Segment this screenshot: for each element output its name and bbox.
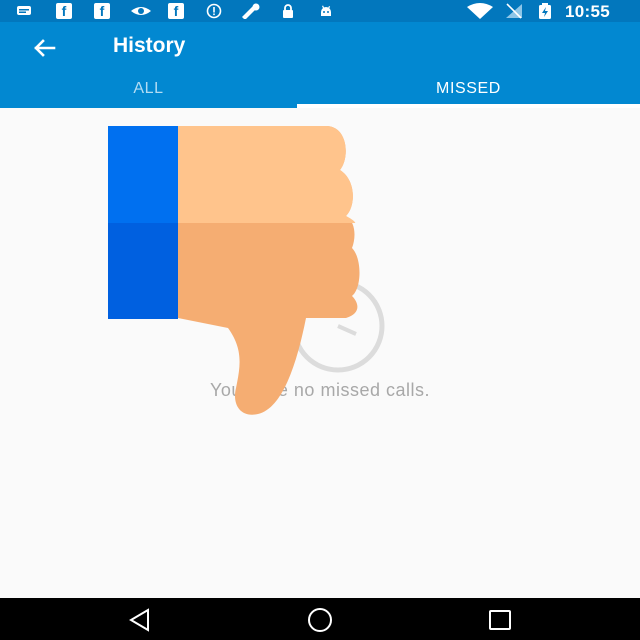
- facebook-icon: f: [168, 3, 184, 19]
- app-bar: History ALL MISSED: [0, 22, 640, 108]
- facebook-icon: f: [56, 3, 72, 19]
- no-signal-icon: [504, 3, 524, 19]
- facebook-icon: f: [94, 3, 110, 19]
- status-time: 10:55: [565, 2, 610, 21]
- tab-all[interactable]: ALL: [0, 80, 297, 98]
- android-icon: [318, 3, 334, 19]
- status-bar: f f f 10:55: [0, 0, 640, 22]
- recents-square-icon[interactable]: [486, 606, 514, 634]
- battery-charging-icon: [538, 3, 552, 19]
- tab-missed[interactable]: MISSED: [297, 80, 640, 98]
- eye-icon: [130, 3, 152, 19]
- thumbs-down-icon: [108, 126, 360, 415]
- tool-icon: [240, 3, 262, 19]
- back-triangle-icon[interactable]: [126, 606, 154, 634]
- wifi-icon: [466, 3, 494, 19]
- home-circle-icon[interactable]: [306, 606, 334, 634]
- message-icon: [16, 3, 32, 19]
- navigation-bar: [0, 598, 640, 640]
- info-icon: [206, 3, 222, 19]
- arrow-left-icon[interactable]: [30, 34, 58, 62]
- page-title: History: [113, 34, 186, 57]
- lock-icon: [280, 3, 296, 19]
